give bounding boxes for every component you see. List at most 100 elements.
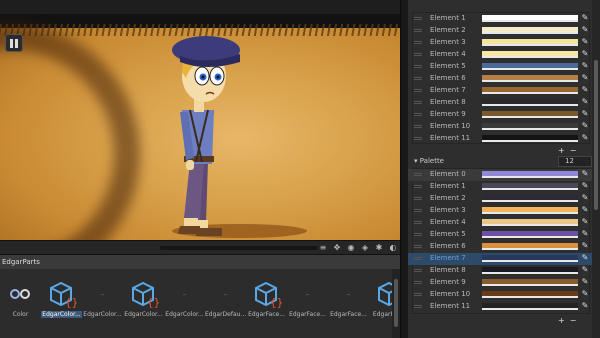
eyedropper-icon[interactable]: ✎ [580,49,590,59]
eyedropper-icon[interactable]: ✎ [580,265,590,275]
gizmo-icon[interactable]: ◈ [360,243,370,253]
element-row[interactable]: Element 6 ✎ [408,241,592,253]
element-row[interactable]: Element 4 ✎ [408,49,592,61]
asset-item[interactable]: – EdgarFace... [328,277,369,319]
color-field[interactable] [482,195,578,202]
drag-handle-icon[interactable] [414,113,422,116]
drag-handle-icon[interactable] [414,77,422,80]
color-field[interactable] [482,279,578,286]
drag-handle-icon[interactable] [414,65,422,68]
eyedropper-icon[interactable]: ✎ [580,121,590,131]
color-field[interactable] [482,15,578,22]
color-field[interactable] [482,243,578,250]
element-row[interactable]: Element 10 ✎ [408,289,592,301]
eyedropper-icon[interactable]: ✎ [580,229,590,239]
panel-divider[interactable] [400,0,408,338]
color-field[interactable] [482,231,578,238]
eyedropper-icon[interactable]: ✎ [580,25,590,35]
drag-handle-icon[interactable] [414,137,422,140]
asset-item[interactable]: – EdgarColor... [82,277,123,319]
element-row[interactable]: Element 1 ✎ [408,181,592,193]
pause-button[interactable] [5,34,23,52]
eyedropper-icon[interactable]: ✎ [580,289,590,299]
asset-item[interactable]: – EdgarDefau... [205,277,246,319]
transform-icon[interactable]: ✥ [332,243,342,253]
element-row[interactable]: Element 4 ✎ [408,217,592,229]
element-row[interactable]: Element 9 ✎ [408,277,592,289]
element-row[interactable]: Element 5 ✎ [408,229,592,241]
palette-size-field[interactable]: 12 [558,156,592,167]
eyedropper-icon[interactable]: ✎ [580,277,590,287]
element-row[interactable]: Element 3 ✎ [408,37,592,49]
remove-button[interactable]: − [570,316,577,325]
palette-header[interactable]: ▾ Palette 12 [408,156,592,168]
color-field[interactable] [482,219,578,226]
color-field[interactable] [482,303,578,310]
eyedropper-icon[interactable]: ✎ [580,253,590,263]
element-row[interactable]: Element 6 ✎ [408,73,592,85]
color-field[interactable] [482,75,578,82]
drag-handle-icon[interactable] [414,53,422,56]
eyedropper-icon[interactable]: ✎ [580,205,590,215]
eyedropper-icon[interactable]: ✎ [580,37,590,47]
eyedropper-icon[interactable]: ✎ [580,301,590,311]
asset-item[interactable]: Color [0,277,41,318]
asset-item[interactable]: {} EdgarColor... [41,277,82,318]
element-row[interactable]: Element 0 ✎ [408,169,592,181]
element-row[interactable]: Element 8 ✎ [408,97,592,109]
drag-handle-icon[interactable] [414,173,422,176]
drag-handle-icon[interactable] [414,17,422,20]
drag-handle-icon[interactable] [414,89,422,92]
eyedropper-icon[interactable]: ✎ [580,193,590,203]
color-field[interactable] [482,207,578,214]
eyedropper-icon[interactable]: ✎ [580,181,590,191]
drag-handle-icon[interactable] [414,305,422,308]
element-row[interactable]: Element 7 ✎ [408,85,592,97]
element-row[interactable]: Element 11 ✎ [408,133,592,145]
color-field[interactable] [482,51,578,58]
color-field[interactable] [482,183,578,190]
eyedropper-icon[interactable]: ✎ [580,217,590,227]
color-field[interactable] [482,111,578,118]
color-field[interactable] [482,135,578,142]
element-row[interactable]: Element 7 ✎ [408,253,592,265]
drag-handle-icon[interactable] [414,209,422,212]
drag-handle-icon[interactable] [414,197,422,200]
element-row[interactable]: Element 11 ✎ [408,301,592,313]
drag-handle-icon[interactable] [414,101,422,104]
project-scrollbar[interactable] [392,269,400,338]
color-field[interactable] [482,267,578,274]
color-field[interactable] [482,123,578,130]
asset-item[interactable]: {} EdgarColor... [123,277,164,318]
drag-handle-icon[interactable] [414,269,422,272]
element-row[interactable]: Element 2 ✎ [408,25,592,37]
add-button[interactable]: + [558,146,565,155]
asset-item[interactable]: – EdgarColor... [164,277,205,319]
remove-button[interactable]: − [570,146,577,155]
eyedropper-icon[interactable]: ✎ [580,85,590,95]
drag-handle-icon[interactable] [414,245,422,248]
eyedropper-icon[interactable]: ✎ [580,13,590,23]
drag-handle-icon[interactable] [414,293,422,296]
color-field[interactable] [482,99,578,106]
color-field[interactable] [482,27,578,34]
drag-handle-icon[interactable] [414,281,422,284]
eyedropper-icon[interactable]: ✎ [580,241,590,251]
eyedropper-icon[interactable]: ✎ [580,133,590,143]
game-view[interactable] [0,14,400,240]
drag-handle-icon[interactable] [414,185,422,188]
asset-item[interactable]: – EdgarFace... [287,277,328,319]
color-field[interactable] [482,63,578,70]
stats-icon[interactable]: ✱ [374,243,384,253]
eyedropper-icon[interactable]: ✎ [580,169,590,179]
layers-icon[interactable]: ≡ [318,243,328,253]
drag-handle-icon[interactable] [414,257,422,260]
inspector-scrollbar[interactable] [592,0,600,338]
color-field[interactable] [482,255,578,262]
eyedropper-icon[interactable]: ✎ [580,73,590,83]
eyedropper-icon[interactable]: ✎ [580,97,590,107]
scale-slider[interactable] [160,246,318,250]
color-field[interactable] [482,291,578,298]
element-row[interactable]: Element 5 ✎ [408,61,592,73]
audio-icon[interactable]: ◉ [346,243,356,253]
